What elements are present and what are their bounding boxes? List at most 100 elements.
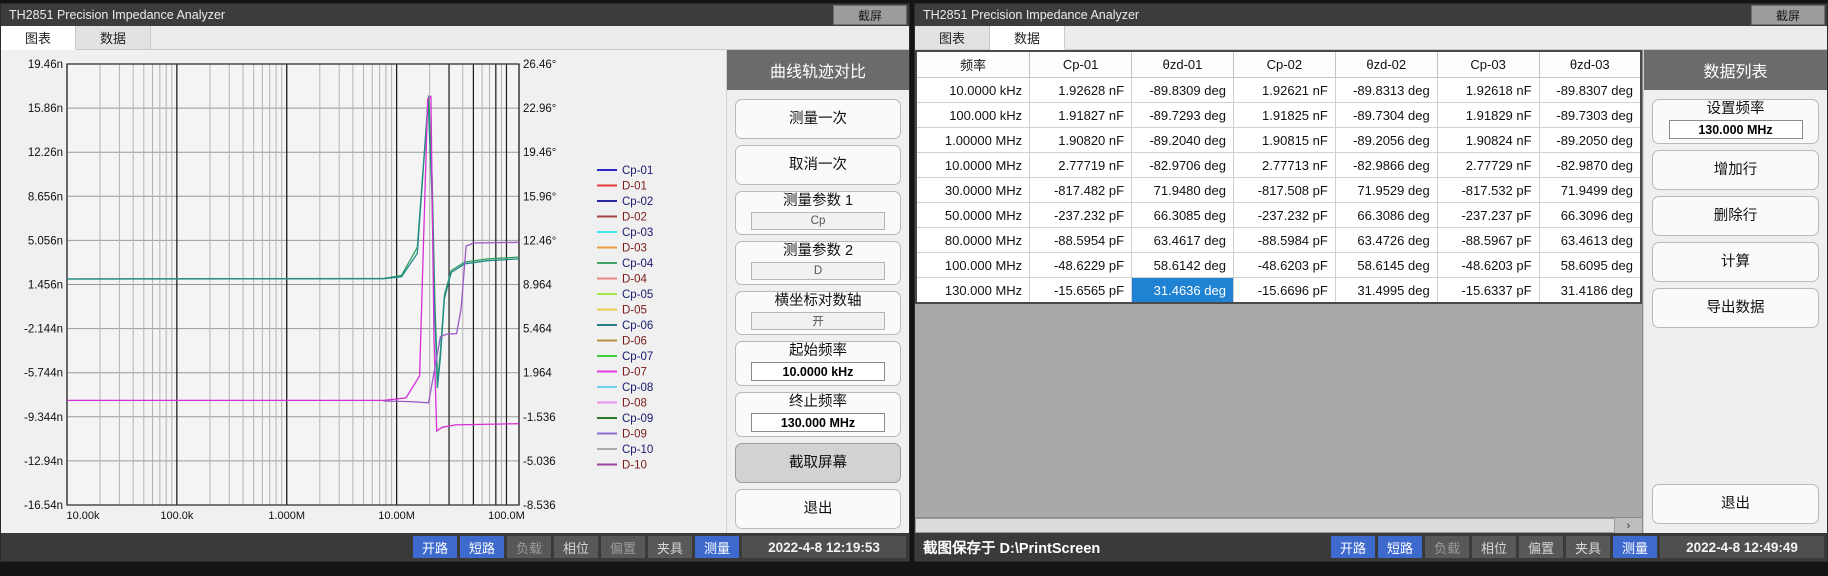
table-cell[interactable]: 1.00000 MHz — [916, 128, 1030, 153]
table-cell[interactable]: 10.0000 kHz — [916, 78, 1030, 103]
table-cell[interactable]: -89.8307 deg — [1539, 78, 1641, 103]
stop-freq-field[interactable]: 终止频率130.000 MHz — [735, 392, 901, 437]
phase-button[interactable]: 相位 — [1472, 536, 1516, 558]
tab-chart[interactable]: 图表 — [1, 26, 76, 50]
table-cell[interactable]: 1.91827 nF — [1030, 103, 1132, 128]
table-cell[interactable]: -237.232 pF — [1030, 203, 1132, 228]
table-cell[interactable]: 100.000 kHz — [916, 103, 1030, 128]
table-cell[interactable]: -88.5967 pF — [1437, 228, 1539, 253]
table-cell[interactable]: -89.7293 deg — [1132, 103, 1234, 128]
table-cell[interactable]: -89.7303 deg — [1539, 103, 1641, 128]
table-cell[interactable]: 30.0000 MHz — [916, 178, 1030, 203]
table-cell[interactable]: 1.90824 nF — [1437, 128, 1539, 153]
table-cell[interactable]: 71.9480 deg — [1132, 178, 1234, 203]
bias-button[interactable]: 偏置 — [601, 536, 645, 558]
measure-button[interactable]: 测量 — [1613, 536, 1657, 558]
table-cell[interactable]: 2.77719 nF — [1030, 153, 1132, 178]
table-cell[interactable]: -89.2050 deg — [1539, 128, 1641, 153]
table-cell[interactable]: 80.0000 MHz — [916, 228, 1030, 253]
table-cell[interactable]: -82.9866 deg — [1335, 153, 1437, 178]
table-cell[interactable]: -89.8313 deg — [1335, 78, 1437, 103]
table-cell[interactable]: 63.4726 deg — [1335, 228, 1437, 253]
fixture-button[interactable]: 夹具 — [1566, 536, 1610, 558]
tab-chart[interactable]: 图表 — [915, 26, 990, 49]
log-x-axis-toggle-value[interactable]: 开 — [751, 312, 884, 330]
table-cell[interactable]: 1.90815 nF — [1233, 128, 1335, 153]
table-cell[interactable]: -89.8309 deg — [1132, 78, 1234, 103]
selected-cell[interactable]: 31.4636 deg — [1132, 278, 1234, 304]
table-cell[interactable]: 31.4186 deg — [1539, 278, 1641, 304]
table-cell[interactable]: -89.2040 deg — [1132, 128, 1234, 153]
measure-once-button[interactable]: 测量一次 — [735, 99, 901, 139]
table-cell[interactable]: -817.482 pF — [1030, 178, 1132, 203]
table-cell[interactable]: 130.000 MHz — [916, 278, 1030, 304]
table-cell[interactable]: -237.232 pF — [1233, 203, 1335, 228]
table-cell[interactable]: -817.508 pF — [1233, 178, 1335, 203]
table-cell[interactable]: -15.6696 pF — [1233, 278, 1335, 304]
table-cell[interactable]: 1.91829 nF — [1437, 103, 1539, 128]
capture-screen-button[interactable]: 截取屏幕 — [735, 443, 901, 483]
tab-data[interactable]: 数据 — [76, 26, 151, 49]
table-cell[interactable]: -82.9706 deg — [1132, 153, 1234, 178]
measure-param-1-button[interactable]: 测量参数 1Cp — [735, 191, 901, 235]
table-cell[interactable]: -15.6337 pF — [1437, 278, 1539, 304]
start-freq-field[interactable]: 起始频率10.0000 kHz — [735, 341, 901, 386]
open-circuit-button[interactable]: 开路 — [1331, 536, 1375, 558]
table-cell[interactable]: 1.92618 nF — [1437, 78, 1539, 103]
measure-param-2-button-value[interactable]: D — [751, 262, 884, 280]
screenshot-button[interactable]: 截屏 — [1751, 5, 1825, 25]
tab-data[interactable]: 数据 — [990, 26, 1065, 50]
short-circuit-button[interactable]: 短路 — [460, 536, 504, 558]
table-cell[interactable]: -48.6203 pF — [1233, 253, 1335, 278]
table-cell[interactable]: 58.6095 deg — [1539, 253, 1641, 278]
log-x-axis-toggle[interactable]: 横坐标对数轴开 — [735, 291, 901, 335]
measure-button[interactable]: 测量 — [695, 536, 739, 558]
table-cell[interactable]: 10.0000 MHz — [916, 153, 1030, 178]
table-cell[interactable]: 63.4613 deg — [1539, 228, 1641, 253]
table-cell[interactable]: 63.4617 deg — [1132, 228, 1234, 253]
table-cell[interactable]: 1.90820 nF — [1030, 128, 1132, 153]
screenshot-button[interactable]: 截屏 — [833, 5, 907, 25]
load-button[interactable]: 负载 — [1425, 536, 1469, 558]
table-cell[interactable]: -237.237 pF — [1437, 203, 1539, 228]
table-cell[interactable]: 66.3096 deg — [1539, 203, 1641, 228]
table-cell[interactable]: 100.000 MHz — [916, 253, 1030, 278]
table-cell[interactable]: 1.91825 nF — [1233, 103, 1335, 128]
table-cell[interactable]: -48.6203 pF — [1437, 253, 1539, 278]
start-freq-field-input[interactable]: 10.0000 kHz — [751, 362, 884, 381]
table-cell[interactable]: 1.92628 nF — [1030, 78, 1132, 103]
fixture-button[interactable]: 夹具 — [648, 536, 692, 558]
table-cell[interactable]: -89.2056 deg — [1335, 128, 1437, 153]
exit-button[interactable]: 退出 — [735, 489, 901, 529]
scrollbar-right-arrow-icon[interactable]: › — [1615, 518, 1642, 533]
phase-button[interactable]: 相位 — [554, 536, 598, 558]
table-cell[interactable]: 58.6142 deg — [1132, 253, 1234, 278]
table-cell[interactable]: -89.7304 deg — [1335, 103, 1437, 128]
load-button[interactable]: 负载 — [507, 536, 551, 558]
table-cell[interactable]: 66.3086 deg — [1335, 203, 1437, 228]
export-data-button[interactable]: 导出数据 — [1652, 288, 1819, 328]
table-cell[interactable]: 71.9529 deg — [1335, 178, 1437, 203]
table-cell[interactable]: 71.9499 deg — [1539, 178, 1641, 203]
table-cell[interactable]: 50.0000 MHz — [916, 203, 1030, 228]
table-cell[interactable]: -48.6229 pF — [1030, 253, 1132, 278]
bias-button[interactable]: 偏置 — [1519, 536, 1563, 558]
table-cell[interactable]: -82.9870 deg — [1539, 153, 1641, 178]
table-cell[interactable]: -817.532 pF — [1437, 178, 1539, 203]
set-freq-field[interactable]: 设置频率130.000 MHz — [1652, 99, 1819, 144]
table-cell[interactable]: 2.77729 nF — [1437, 153, 1539, 178]
measure-param-2-button[interactable]: 测量参数 2D — [735, 241, 901, 285]
stop-freq-field-input[interactable]: 130.000 MHz — [751, 413, 884, 432]
horizontal-scrollbar[interactable]: › — [915, 517, 1642, 533]
table-cell[interactable]: 2.77713 nF — [1233, 153, 1335, 178]
table-cell[interactable]: 66.3085 deg — [1132, 203, 1234, 228]
table-cell[interactable]: -88.5984 pF — [1233, 228, 1335, 253]
short-circuit-button[interactable]: 短路 — [1378, 536, 1422, 558]
table-cell[interactable]: 58.6145 deg — [1335, 253, 1437, 278]
open-circuit-button[interactable]: 开路 — [413, 536, 457, 558]
table-cell[interactable]: -15.6565 pF — [1030, 278, 1132, 304]
table-cell[interactable]: 31.4995 deg — [1335, 278, 1437, 304]
exit-button[interactable]: 退出 — [1652, 484, 1819, 524]
table-cell[interactable]: -88.5954 pF — [1030, 228, 1132, 253]
set-freq-field-input[interactable]: 130.000 MHz — [1669, 120, 1803, 139]
